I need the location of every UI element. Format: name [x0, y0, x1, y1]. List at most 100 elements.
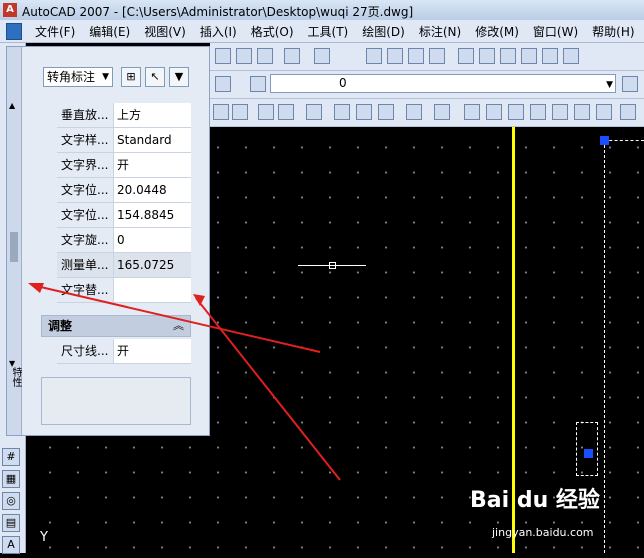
layer-manager-icon[interactable] [250, 76, 266, 92]
cone-icon[interactable] [508, 104, 524, 120]
chevron-down-icon[interactable]: ▼ [102, 68, 109, 86]
menu-draw[interactable]: 绘图(D) [355, 23, 412, 40]
tool-palettes-icon[interactable] [500, 48, 516, 64]
torus-icon[interactable] [574, 104, 590, 120]
zoom-window-icon[interactable] [408, 48, 424, 64]
polysolid-icon[interactable] [596, 104, 612, 120]
box-icon[interactable] [213, 104, 229, 120]
undo-icon[interactable] [284, 48, 300, 64]
scrollbar-thumb[interactable] [10, 232, 18, 262]
mtext-icon[interactable]: A [2, 536, 20, 554]
scroll-up-icon[interactable]: ▲ [9, 101, 15, 110]
property-value[interactable]: 20.0448 [114, 178, 191, 202]
object-type-select[interactable]: 转角标注 ▼ [43, 67, 113, 87]
menu-file[interactable]: 文件(F) [28, 23, 82, 40]
match-properties-icon[interactable] [257, 48, 273, 64]
zoom-realtime-icon[interactable] [387, 48, 403, 64]
left-toolbar-buttons: # ▦ ◎ ▤ A [2, 448, 20, 558]
autocad-app-icon[interactable]: A [3, 3, 17, 17]
menu-help[interactable]: 帮助(H) [585, 23, 641, 40]
menu-dimension[interactable]: 标注(N) [412, 23, 468, 40]
menu-insert[interactable]: 插入(I) [193, 23, 244, 40]
markup-icon[interactable] [542, 48, 558, 64]
description-panel [41, 377, 191, 425]
paste-icon[interactable] [236, 48, 252, 64]
pyramid-icon[interactable] [464, 104, 480, 120]
property-value[interactable]: 0 [114, 228, 191, 252]
menu-items: 文件(F) 编辑(E) 视图(V) 插入(I) 格式(O) 工具(T) 绘图(D… [28, 23, 642, 40]
property-key: 垂直放... [57, 103, 114, 127]
properties-icon[interactable] [458, 48, 474, 64]
pan-icon[interactable] [366, 48, 382, 64]
zoom-previous-icon[interactable] [429, 48, 445, 64]
sweep-icon[interactable] [434, 104, 450, 120]
property-key: 尺寸线... [57, 339, 114, 363]
property-row[interactable]: 文字旋... 0 [57, 228, 191, 253]
property-row[interactable]: 文字界... 开 [57, 153, 191, 178]
menu-edit[interactable]: 编辑(E) [82, 23, 137, 40]
property-row[interactable]: 尺寸线... 开 [57, 339, 191, 364]
chevron-down-icon[interactable]: ▼ [606, 77, 613, 94]
dimension-text-highlight[interactable] [576, 422, 598, 476]
layer-dropdown[interactable]: 0 ▼ [270, 74, 616, 93]
document-icon[interactable] [6, 23, 22, 40]
solid-edit-icon[interactable] [406, 104, 422, 120]
menu-view[interactable]: 视图(V) [137, 23, 193, 40]
grip-handle[interactable] [600, 136, 609, 145]
adjust-section-header[interactable]: 调整 ︽ [41, 315, 191, 337]
property-row[interactable]: 垂直放... 上方 [57, 103, 191, 128]
wedge-shape-icon[interactable] [486, 104, 502, 120]
property-value[interactable]: 开 [114, 339, 191, 363]
menu-tools[interactable]: 工具(T) [301, 23, 356, 40]
text-override-row[interactable]: 文字替... [57, 278, 191, 303]
slice-icon[interactable] [378, 104, 394, 120]
property-key: 文字旋... [57, 228, 114, 252]
toggle-pickadd-icon[interactable]: ⊞ [121, 67, 141, 87]
property-row[interactable]: 文字位... 20.0448 [57, 178, 191, 203]
copy-icon[interactable] [215, 48, 231, 64]
quick-select-icon[interactable]: ▼ [169, 67, 189, 87]
sheet-set-icon[interactable] [521, 48, 537, 64]
property-value[interactable]: 开 [114, 153, 191, 177]
menu-window[interactable]: 窗口(W) [526, 23, 585, 40]
property-key: 文字位... [57, 203, 114, 227]
selected-dimension-extension[interactable] [604, 140, 644, 141]
property-row[interactable]: 文字位... 154.8845 [57, 203, 191, 228]
baidu-watermark-url: jingyan.baidu.com [492, 526, 594, 539]
menu-format[interactable]: 格式(O) [244, 23, 301, 40]
select-objects-icon[interactable]: ↖ [145, 67, 165, 87]
cylinder-icon[interactable] [552, 104, 568, 120]
hatch-icon[interactable]: # [2, 448, 20, 466]
property-value[interactable]: 154.8845 [114, 203, 191, 227]
menu-bar: 文件(F) 编辑(E) 视图(V) 插入(I) 格式(O) 工具(T) 绘图(D… [0, 20, 644, 43]
union-icon[interactable] [306, 104, 322, 120]
menu-modify[interactable]: 修改(M) [468, 23, 526, 40]
redo-icon[interactable] [314, 48, 330, 64]
extrude-icon[interactable] [258, 104, 274, 120]
wedge-icon[interactable] [232, 104, 248, 120]
calculator-icon[interactable] [563, 48, 579, 64]
selected-dimension-line[interactable] [604, 140, 605, 553]
make-layer-current-icon[interactable] [622, 76, 638, 92]
text-override-input[interactable] [114, 278, 191, 302]
subtract-icon[interactable] [334, 104, 350, 120]
property-row[interactable]: 文字样... Standard [57, 128, 191, 153]
property-row[interactable]: 测量单... 165.0725 [57, 253, 191, 278]
sphere-icon[interactable] [530, 104, 546, 120]
planar-surface-icon[interactable] [620, 104, 636, 120]
intersect-icon[interactable] [356, 104, 372, 120]
gradient-icon[interactable]: ▦ [2, 470, 20, 488]
region-icon[interactable]: ◎ [2, 492, 20, 510]
collapse-chevron-icon[interactable]: ︽ [173, 316, 184, 336]
property-key: 文字替... [57, 278, 114, 302]
property-value: 165.0725 [114, 253, 191, 277]
property-value[interactable]: Standard [114, 128, 191, 152]
table-icon[interactable]: ▤ [2, 514, 20, 532]
property-key: 测量单... [57, 253, 114, 277]
layer-previous-icon[interactable] [215, 76, 231, 92]
palette-title-strip[interactable]: ▲ ▼ 特性 [7, 47, 22, 435]
property-value[interactable]: 上方 [114, 103, 191, 127]
design-center-icon[interactable] [479, 48, 495, 64]
title-bar: A AutoCAD 2007 - [C:\Users\Administrator… [0, 0, 644, 21]
revolve-icon[interactable] [278, 104, 294, 120]
